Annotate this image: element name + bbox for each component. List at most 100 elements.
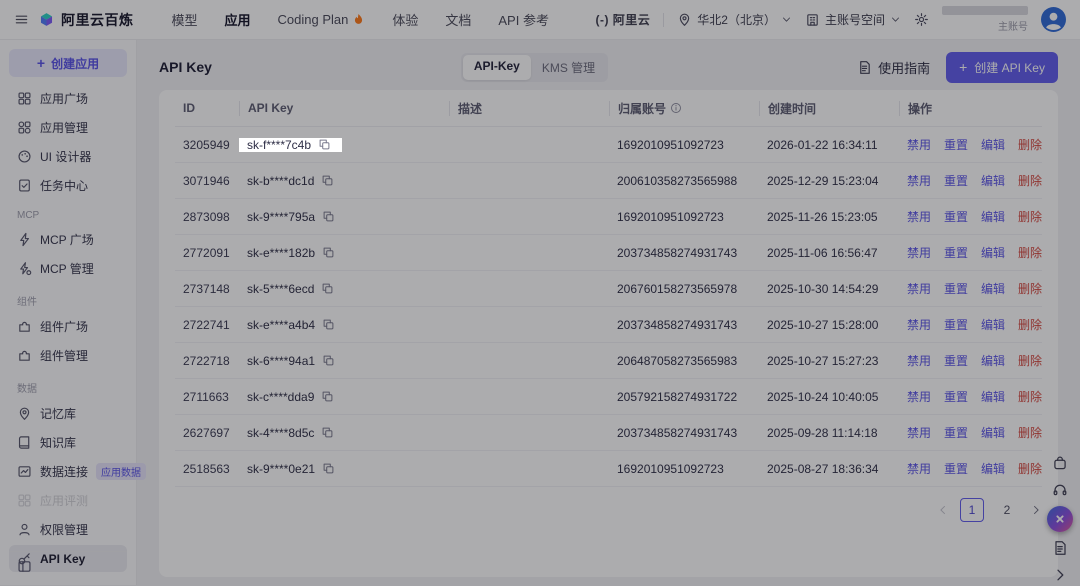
float-doc-icon[interactable] bbox=[1049, 537, 1071, 559]
copy-icon[interactable] bbox=[318, 138, 331, 151]
action-删除[interactable]: 删除 bbox=[1018, 208, 1042, 225]
sidebar-item-任务中心[interactable]: 任务中心 bbox=[9, 172, 127, 199]
assistant-close-button[interactable] bbox=[1047, 506, 1073, 532]
sidebar-item-MCP 管理[interactable]: MCP 管理 bbox=[9, 255, 127, 282]
action-重置[interactable]: 重置 bbox=[944, 136, 968, 153]
action-删除[interactable]: 删除 bbox=[1018, 136, 1042, 153]
action-删除[interactable]: 删除 bbox=[1018, 424, 1042, 441]
copy-icon[interactable] bbox=[321, 282, 334, 295]
action-删除[interactable]: 删除 bbox=[1018, 316, 1042, 333]
action-禁用[interactable]: 禁用 bbox=[907, 388, 931, 405]
action-编辑[interactable]: 编辑 bbox=[981, 208, 1005, 225]
action-编辑[interactable]: 编辑 bbox=[981, 460, 1005, 477]
user-avatar[interactable] bbox=[1041, 7, 1066, 32]
action-删除[interactable]: 删除 bbox=[1018, 244, 1042, 261]
sidebar-item-权限管理[interactable]: 权限管理 bbox=[9, 516, 127, 543]
copy-icon[interactable] bbox=[322, 246, 335, 259]
action-重置[interactable]: 重置 bbox=[944, 316, 968, 333]
pagination-page-1[interactable]: 1 bbox=[960, 498, 984, 522]
action-禁用[interactable]: 禁用 bbox=[907, 316, 931, 333]
header-actions: 使用指南 + 创建 API Key bbox=[857, 52, 1058, 83]
region-selector[interactable]: 华北2（北京） bbox=[677, 11, 792, 28]
copy-icon[interactable] bbox=[322, 354, 335, 367]
action-重置[interactable]: 重置 bbox=[944, 460, 968, 477]
action-删除[interactable]: 删除 bbox=[1018, 388, 1042, 405]
action-重置[interactable]: 重置 bbox=[944, 352, 968, 369]
sidebar-item-MCP 广场[interactable]: MCP 广场 bbox=[9, 226, 127, 253]
sidebar-item-数据连接[interactable]: 数据连接应用数据 bbox=[9, 458, 127, 485]
api-key-value: sk-4****8d5c bbox=[247, 426, 334, 440]
table-header-row: IDAPI Key描述归属账号创建时间操作 bbox=[175, 90, 1042, 127]
action-禁用[interactable]: 禁用 bbox=[907, 136, 931, 153]
sidebar-item-应用广场[interactable]: 应用广场 bbox=[9, 85, 127, 112]
sidebar-item-记忆库[interactable]: 记忆库 bbox=[9, 400, 127, 427]
nav-item-体验[interactable]: 体验 bbox=[392, 10, 418, 29]
action-重置[interactable]: 重置 bbox=[944, 244, 968, 261]
sidebar-item-组件广场[interactable]: 组件广场 bbox=[9, 313, 127, 340]
copy-icon[interactable] bbox=[321, 426, 334, 439]
action-禁用[interactable]: 禁用 bbox=[907, 460, 931, 477]
nav-item-文档[interactable]: 文档 bbox=[445, 10, 471, 29]
float-bag-icon[interactable] bbox=[1049, 452, 1071, 474]
action-编辑[interactable]: 编辑 bbox=[981, 388, 1005, 405]
sidebar-item-UI 设计器[interactable]: UI 设计器 bbox=[9, 143, 127, 170]
collapse-sidebar-icon[interactable] bbox=[17, 559, 32, 574]
workspace-selector[interactable]: 主账号空间 bbox=[805, 11, 901, 28]
api-key-value: sk-5****6ecd bbox=[247, 282, 334, 296]
action-禁用[interactable]: 禁用 bbox=[907, 244, 931, 261]
cell-api-key: sk-6****94a1 bbox=[239, 354, 449, 368]
copy-icon[interactable] bbox=[322, 210, 335, 223]
nav-item-应用[interactable]: 应用 bbox=[225, 10, 251, 29]
pagination-page-2[interactable]: 2 bbox=[995, 498, 1019, 522]
action-编辑[interactable]: 编辑 bbox=[981, 316, 1005, 333]
table-row: 2627697sk-4****8d5c203734858274931743202… bbox=[175, 415, 1042, 451]
workspace-label: 主账号空间 bbox=[825, 11, 885, 28]
create-api-key-button[interactable]: + 创建 API Key bbox=[946, 52, 1058, 83]
action-删除[interactable]: 删除 bbox=[1018, 280, 1042, 297]
cell-id: 2873098 bbox=[175, 210, 239, 224]
action-编辑[interactable]: 编辑 bbox=[981, 352, 1005, 369]
pagination-prev-icon[interactable] bbox=[937, 504, 949, 516]
tab-kms[interactable]: KMS 管理 bbox=[531, 55, 606, 80]
action-重置[interactable]: 重置 bbox=[944, 208, 968, 225]
tab-api-key[interactable]: API-Key bbox=[463, 55, 531, 80]
nav-item-模型[interactable]: 模型 bbox=[172, 10, 198, 29]
copy-icon[interactable] bbox=[322, 318, 335, 331]
action-删除[interactable]: 删除 bbox=[1018, 460, 1042, 477]
pagination-next-icon[interactable] bbox=[1030, 504, 1042, 516]
action-删除[interactable]: 删除 bbox=[1018, 172, 1042, 189]
copy-icon[interactable] bbox=[321, 174, 334, 187]
sidebar-item-应用管理[interactable]: 应用管理 bbox=[9, 114, 127, 141]
column-header-归属账号: 归属账号 bbox=[609, 101, 759, 116]
cell-actions: 禁用重置编辑删除 bbox=[899, 316, 1042, 333]
sidebar-item-应用评测[interactable]: 应用评测 bbox=[9, 487, 127, 514]
float-headset-icon[interactable] bbox=[1049, 479, 1071, 501]
action-编辑[interactable]: 编辑 bbox=[981, 172, 1005, 189]
action-重置[interactable]: 重置 bbox=[944, 280, 968, 297]
action-重置[interactable]: 重置 bbox=[944, 424, 968, 441]
action-编辑[interactable]: 编辑 bbox=[981, 136, 1005, 153]
action-重置[interactable]: 重置 bbox=[944, 388, 968, 405]
action-禁用[interactable]: 禁用 bbox=[907, 208, 931, 225]
action-重置[interactable]: 重置 bbox=[944, 172, 968, 189]
copy-icon[interactable] bbox=[322, 462, 335, 475]
copy-icon[interactable] bbox=[321, 390, 334, 403]
action-编辑[interactable]: 编辑 bbox=[981, 280, 1005, 297]
gear-icon[interactable] bbox=[914, 12, 929, 27]
usage-guide-link[interactable]: 使用指南 bbox=[857, 58, 930, 77]
sidebar-item-知识库[interactable]: 知识库 bbox=[9, 429, 127, 456]
sidebar-item-组件管理[interactable]: 组件管理 bbox=[9, 342, 127, 369]
hamburger-menu-icon[interactable] bbox=[14, 12, 29, 27]
create-app-button[interactable]: + 创建应用 bbox=[9, 49, 127, 77]
action-禁用[interactable]: 禁用 bbox=[907, 352, 931, 369]
action-禁用[interactable]: 禁用 bbox=[907, 172, 931, 189]
nav-item-Coding Plan[interactable]: Coding Plan bbox=[278, 10, 366, 29]
action-编辑[interactable]: 编辑 bbox=[981, 244, 1005, 261]
bailian-logo[interactable]: 阿里云百炼 bbox=[39, 10, 134, 30]
action-编辑[interactable]: 编辑 bbox=[981, 424, 1005, 441]
action-禁用[interactable]: 禁用 bbox=[907, 424, 931, 441]
action-禁用[interactable]: 禁用 bbox=[907, 280, 931, 297]
nav-item-API 参考[interactable]: API 参考 bbox=[498, 10, 549, 29]
action-删除[interactable]: 删除 bbox=[1018, 352, 1042, 369]
float-chevron-right-icon[interactable] bbox=[1049, 564, 1071, 586]
